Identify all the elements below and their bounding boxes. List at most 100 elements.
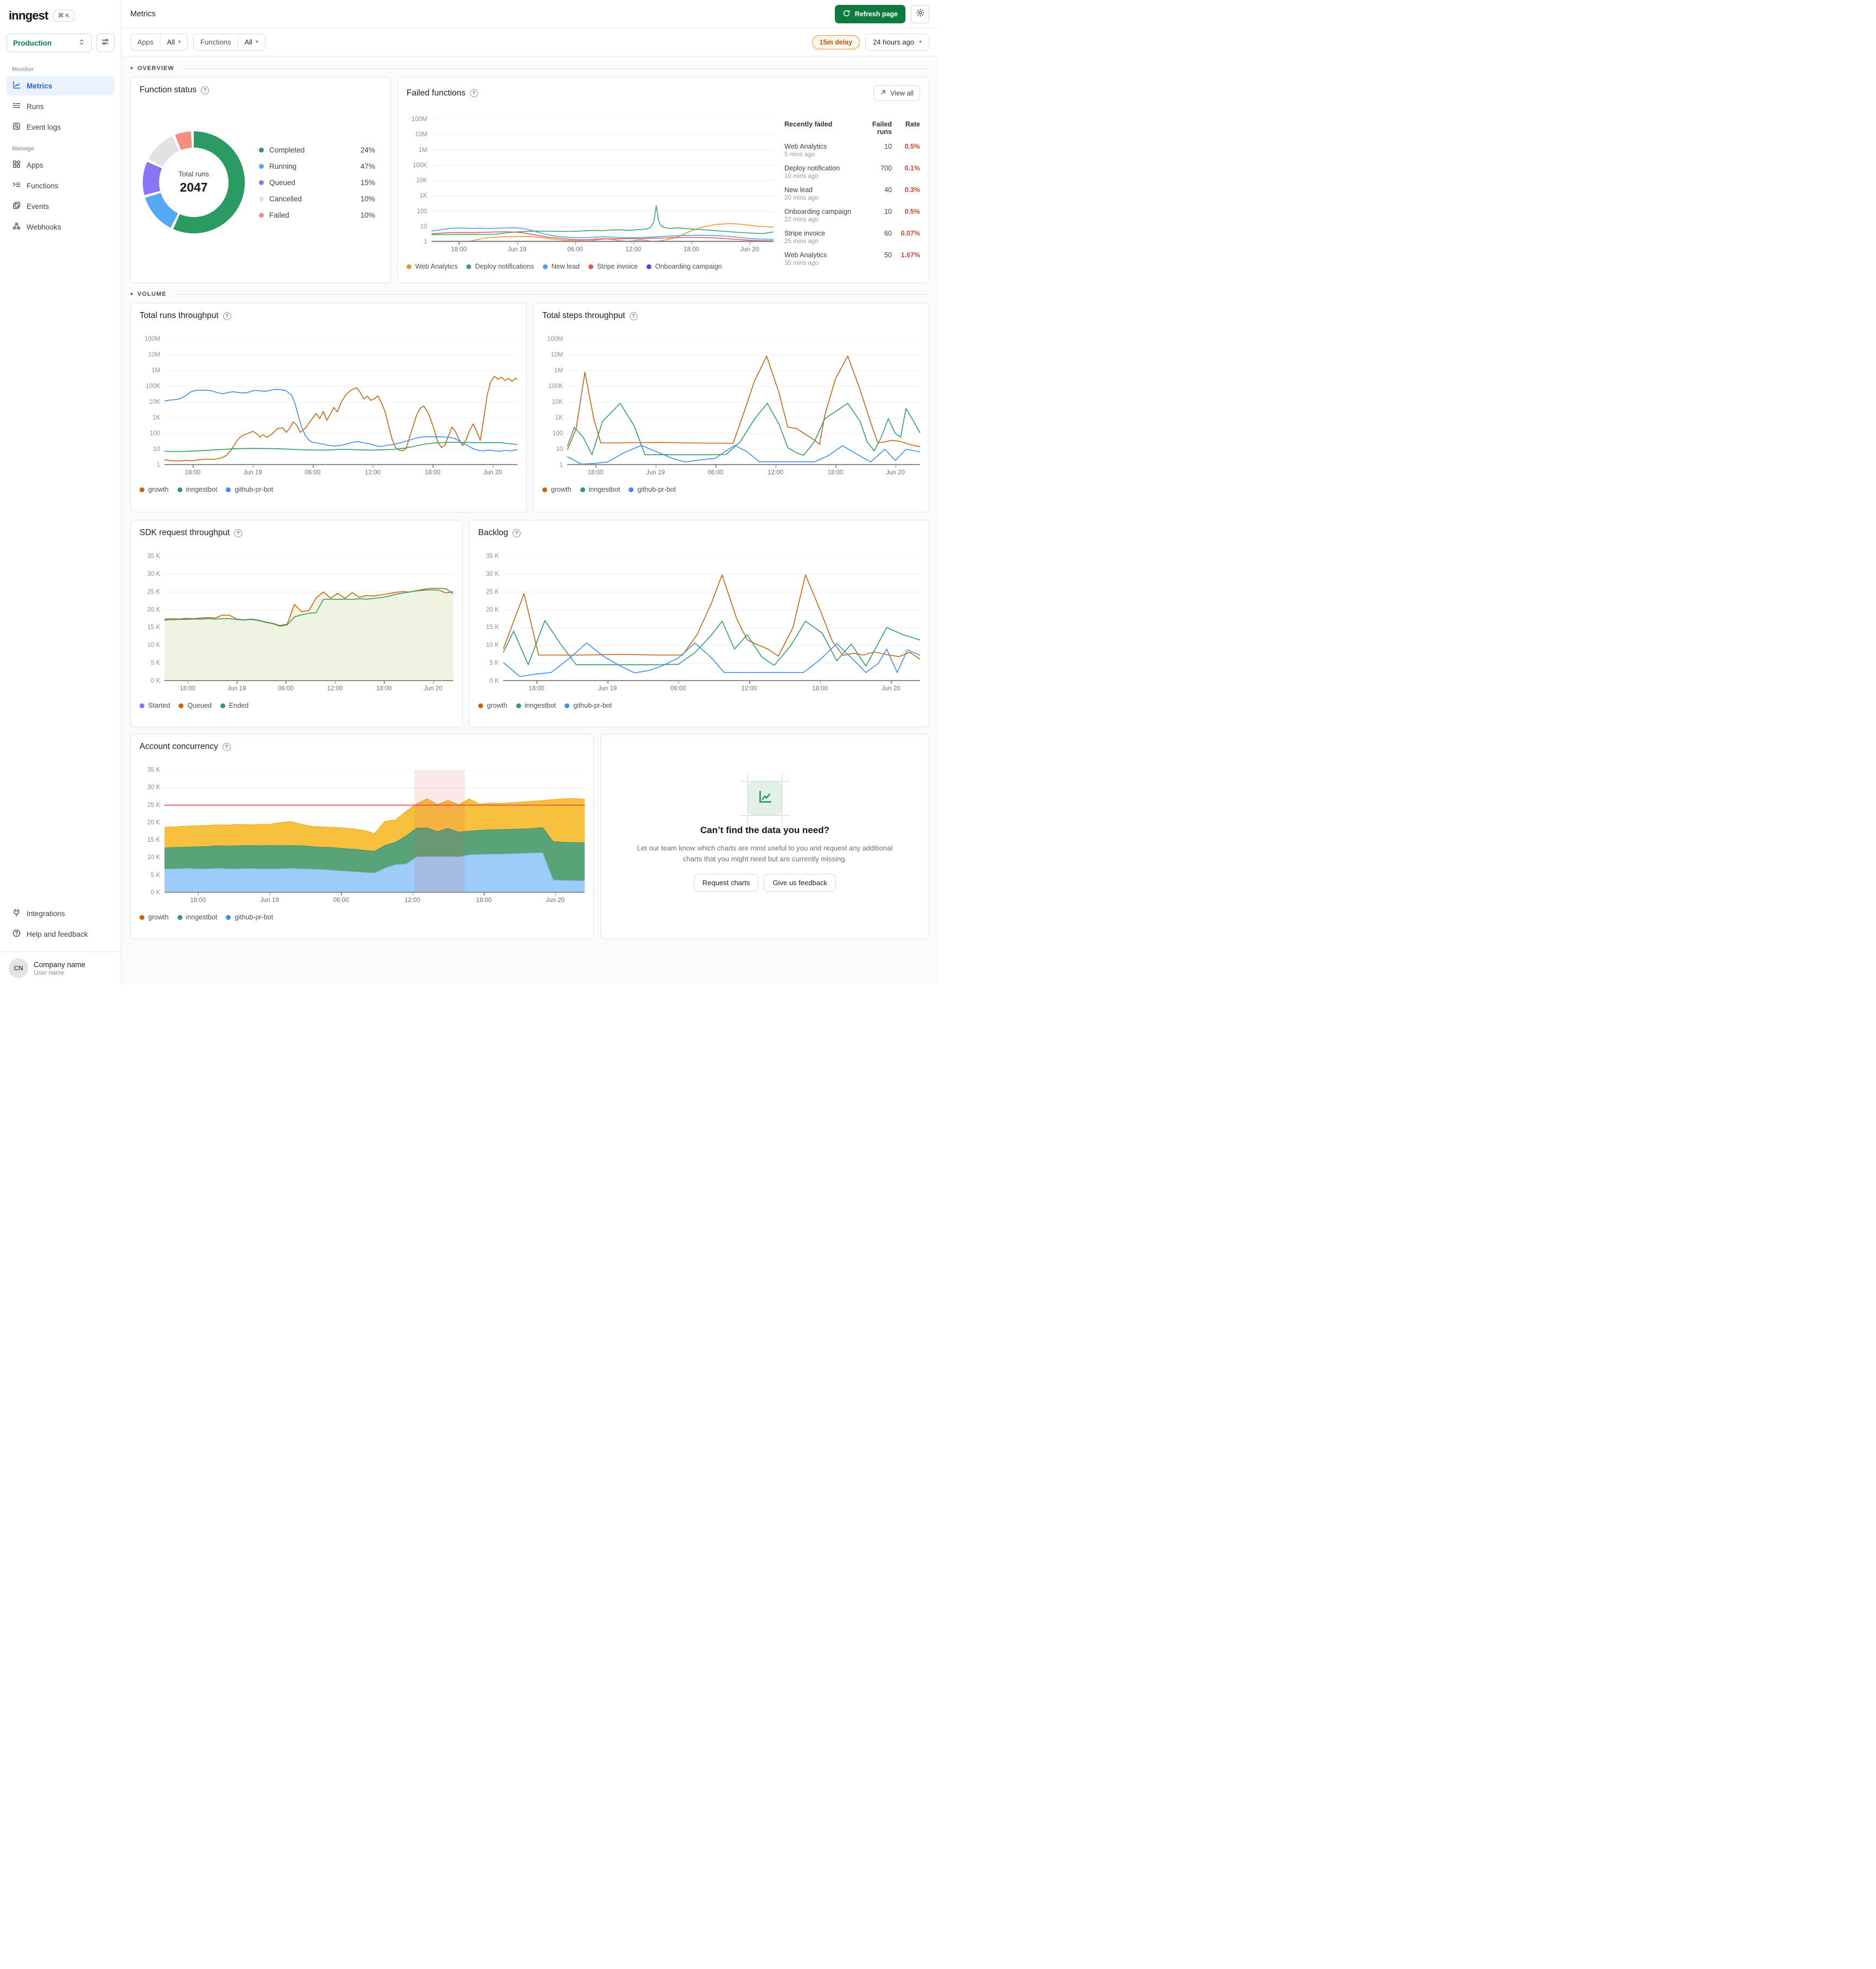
table-row[interactable]: New lead 20 mins ago 40 0.3% [784,186,920,201]
status-legend-item[interactable]: Completed 24% [259,146,375,154]
legend-item-github-pr-bot[interactable]: github-pr-bot [565,702,612,709]
give-feedback-button[interactable]: Give us feedback [764,874,836,892]
sdk-request-throughput-svg [164,556,453,681]
failure-rate: 0.5% [904,143,921,150]
request-charts-button[interactable]: Request charts [694,874,759,892]
total-steps-throughput-svg [567,339,920,465]
environment-filter-button[interactable] [96,34,115,52]
table-row[interactable]: Onboarding campaign 22 mins ago 10 0.5% [784,208,920,223]
legend-item-growth[interactable]: growth [140,913,169,921]
status-legend-item[interactable]: Failed 10% [259,211,375,219]
y-axis-label: 35 K [147,553,160,560]
help-icon[interactable]: ? [201,86,210,94]
status-legend-item[interactable]: Queued 15% [259,179,375,187]
legend-item-new-lead[interactable]: New lead [542,263,580,270]
view-all-button[interactable]: View all [873,85,920,101]
sidebar-item-integrations[interactable]: Integrations [7,904,115,923]
x-tick-mark [691,242,693,245]
volume-section-header[interactable]: ▾ VOLUME [130,291,929,297]
help-icon[interactable]: ? [223,312,231,320]
help-icon[interactable]: ? [234,529,243,537]
x-tick-mark [237,681,238,684]
x-axis-label: Jun 19 [243,469,262,476]
x-tick-mark [749,242,751,245]
legend-item-web-analytics[interactable]: Web Analytics [407,263,458,270]
sidebar-item-help-and-feedback[interactable]: Help and feedback [7,924,115,944]
legend-item-stripe-invoice[interactable]: Stripe invoice [588,263,638,270]
y-axis-label: 10 K [147,642,160,649]
legend-label: Queued [187,702,212,709]
legend-item-growth[interactable]: growth [140,486,169,493]
function-status-title: Function status [140,85,197,94]
delay-badge: 15m delay [812,35,860,49]
sidebar-item-events[interactable]: Events [7,196,115,216]
sidebar-item-apps[interactable]: Apps [7,155,115,175]
y-axis-label: 1 [423,239,427,245]
account-concurrency-title: Account concurrency [140,742,218,751]
environment-selector[interactable]: Production [7,34,92,52]
x-axis-label: 18:00 [376,685,392,692]
gear-icon [916,8,925,20]
x-axis-label: 18:00 [812,685,828,692]
overview-section-header[interactable]: ▾ OVERVIEW [130,65,929,72]
legend-item-onboarding-campaign[interactable]: Onboarding campaign [646,263,722,270]
table-row[interactable]: Deploy notification 10 mins ago 700 0.1% [784,164,920,180]
legend-item-github-pr-bot[interactable]: github-pr-bot [226,913,273,921]
col-failed-runs: Failed runs [872,120,892,136]
legend-label: growth [148,913,169,921]
status-legend-item[interactable]: Running 47% [259,162,375,170]
legend-item-deploy-notifications[interactable]: Deploy notifications [466,263,534,270]
status-legend-item[interactable]: Cancelled 10% [259,195,375,203]
legend-item-inngestbot[interactable]: inngestbot [580,486,620,493]
sidebar-item-label: Apps [27,161,43,169]
legend-item-inngestbot[interactable]: inngestbot [177,486,218,493]
table-row[interactable]: Web Analytics 5 mins ago 10 0.5% [784,143,920,158]
table-row[interactable]: Stripe invoice 25 mins ago 60 0.07% [784,230,920,245]
refresh-page-button[interactable]: Refresh page [834,4,905,23]
y-axis-label: 15 K [486,624,499,631]
legend-item-growth[interactable]: growth [542,486,572,493]
total-runs-throughput-svg [164,339,517,465]
help-icon[interactable]: ? [222,742,231,751]
apps-grid-icon [12,160,21,170]
legend-label: inngestbot [186,486,218,493]
sidebar-item-functions[interactable]: Functions [7,176,115,195]
failed-functions-title: Failed functions [407,88,466,98]
legend-label: Ended [229,702,249,709]
chart-metrics-icon [12,80,21,91]
functions-filter[interactable]: Functions All ▾ [193,34,265,50]
sidebar-item-webhooks[interactable]: Webhooks [7,217,115,237]
legend-item-github-pr-bot[interactable]: github-pr-bot [226,486,273,493]
legend-dot-icon [565,703,570,708]
sidebar-item-event-logs[interactable]: Event logs [7,117,115,137]
help-icon[interactable]: ? [629,312,638,320]
legend-item-started[interactable]: Started [140,702,170,709]
sidebar-item-metrics[interactable]: Metrics [7,76,115,96]
legend-item-growth[interactable]: growth [478,702,508,709]
backlog-x-axis: 18:00 Jun 19 06:00 12:00 18:00 Jun 20 [503,681,920,695]
function-name: Stripe invoice [784,230,826,237]
apps-filter-value: All [167,38,175,46]
legend-item-inngestbot[interactable]: inngestbot [177,913,217,921]
help-icon[interactable]: ? [470,89,478,97]
apps-filter[interactable]: Apps All ▾ [130,34,188,50]
x-tick-mark [313,465,314,468]
time-range-selector[interactable]: 24 hours ago ▾ [865,34,929,50]
account-switcher[interactable]: CN Company name User name [0,951,121,984]
x-axis-label: 18:00 [587,469,604,476]
sidebar-item-runs[interactable]: Runs [7,97,115,116]
inngest-logo: inngest [9,9,48,22]
legend-item-inngestbot[interactable]: inngestbot [516,702,556,709]
legend-item-ended[interactable]: Ended [220,702,249,709]
table-row[interactable]: Web Analytics 35 mins ago 50 1.67% [784,251,920,266]
y-axis-label: 30 K [486,570,499,577]
legend-item-queued[interactable]: Queued [179,702,212,709]
total-runs-throughput-card: Total runs throughput ? 100M 10M 1M 100K 10K… [130,303,527,512]
x-tick-mark [286,681,287,684]
settings-button[interactable] [911,4,929,23]
help-icon[interactable]: ? [512,529,521,537]
legend-dot-icon [542,487,547,492]
failed-functions-x-axis: 18:00 Jun 19 06:00 12:00 18:00 Jun 20 [432,242,774,256]
legend-item-github-pr-bot[interactable]: github-pr-bot [629,486,676,493]
failed-time: 5 mins ago [784,151,815,158]
